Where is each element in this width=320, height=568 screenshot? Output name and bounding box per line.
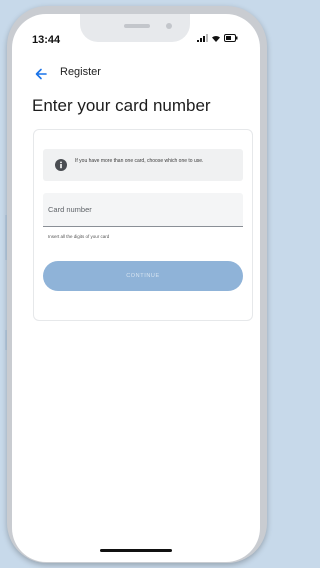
battery-icon [224,34,238,42]
card-number-form: If you have more than one card, choose w… [33,129,253,321]
phone-screen: 13:44 Register Enter your card number If… [12,14,260,562]
info-icon [55,159,67,171]
wifi-icon [212,35,220,42]
card-number-helper: Insert all the digits of your card [48,234,110,239]
page-title: Enter your card number [32,96,211,115]
info-text: If you have more than one card, choose w… [75,158,204,164]
info-message: If you have more than one card, choose w… [43,149,243,181]
continue-button[interactable]: CONTINUE [43,261,243,291]
front-camera [166,23,172,29]
home-indicator[interactable] [100,549,172,552]
status-icons [197,34,238,42]
nav-title: Register [60,66,101,78]
status-time: 13:44 [32,34,61,46]
arrow-left-icon[interactable] [34,67,48,81]
card-number-input[interactable] [43,193,243,227]
signal-icon [197,34,208,42]
notch [80,14,190,42]
speaker-grille [124,24,150,28]
